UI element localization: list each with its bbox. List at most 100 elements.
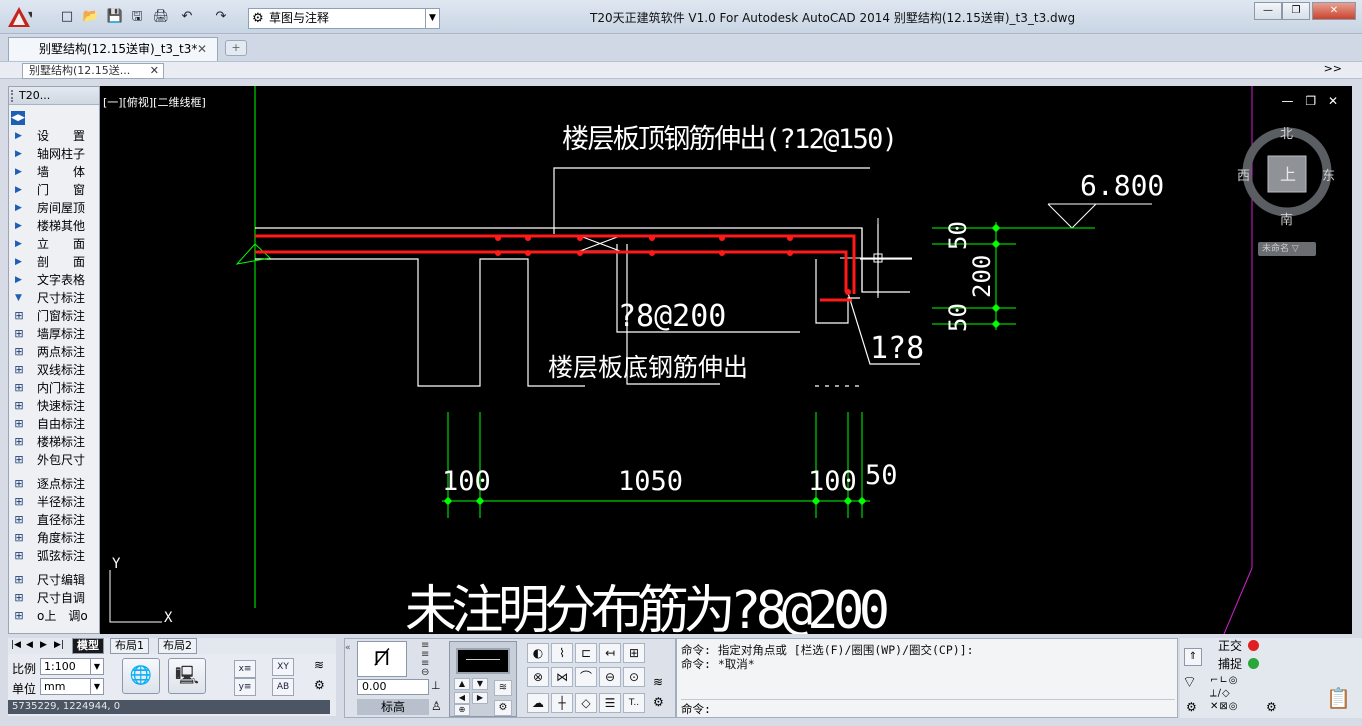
viewcube-top[interactable]: 上 bbox=[1280, 165, 1296, 184]
tool-diamond-icon[interactable]: ◇ bbox=[575, 693, 597, 713]
tool-cut-icon[interactable]: ⊖ bbox=[599, 667, 621, 687]
dim-tool-7[interactable]: ⊞ 楼梯标注 bbox=[9, 433, 99, 451]
elevation-input[interactable]: 0.00 bbox=[357, 679, 429, 695]
close-icon[interactable]: ✕ bbox=[197, 38, 207, 60]
new-tab-button[interactable]: + bbox=[225, 40, 247, 56]
prev-tab-icon[interactable]: ◀ bbox=[26, 638, 33, 652]
nav-up-icon[interactable]: ▲ bbox=[454, 678, 470, 690]
nav-right-icon[interactable]: ▶ bbox=[472, 692, 488, 704]
redo-icon[interactable]: ↷ bbox=[212, 9, 230, 25]
palette-category-9[interactable]: ▼ 尺寸标注 bbox=[9, 289, 99, 307]
palette-title[interactable]: T20... bbox=[9, 87, 99, 105]
first-tab-icon[interactable]: |◀ bbox=[11, 638, 21, 652]
person-icon[interactable]: ♙ bbox=[431, 699, 442, 713]
tab-layout1[interactable]: 布局1 bbox=[110, 638, 149, 654]
restore-button[interactable]: ❐ bbox=[1282, 2, 1310, 20]
dim-tool-6[interactable]: ⊞ 自由标注 bbox=[9, 415, 99, 433]
new-file-icon[interactable]: □ bbox=[58, 9, 76, 25]
monitor-button[interactable]: 🖳 bbox=[168, 658, 206, 694]
palette-category-5[interactable]: ▶ 楼梯其他 bbox=[9, 217, 99, 235]
xy-globe-icon[interactable]: XY bbox=[272, 658, 294, 676]
nav-left-icon[interactable]: ◀ bbox=[454, 692, 470, 704]
clipboard-icon[interactable]: 📋 bbox=[1326, 686, 1351, 710]
palette-category-4[interactable]: ▶ 房间屋顶 bbox=[9, 199, 99, 217]
more-tabs-button[interactable]: >> bbox=[1324, 62, 1342, 75]
tool-arrow-icon[interactable]: ↤ bbox=[599, 643, 621, 663]
dim-tool-b-3[interactable]: ⊞ 角度标注 bbox=[9, 529, 99, 547]
palette-category-6[interactable]: ▶ 立 面 bbox=[9, 235, 99, 253]
dim-tool-c-0[interactable]: ⊞ 尺寸编辑 bbox=[9, 571, 99, 589]
workspace-select[interactable]: ⚙ 草图与注释 ▼ bbox=[248, 8, 440, 29]
tool-text-icon[interactable]: T.. bbox=[623, 693, 645, 713]
dim-tool-5[interactable]: ⊞ 快速标注 bbox=[9, 397, 99, 415]
gear-icon[interactable]: ⚙ bbox=[1186, 700, 1197, 714]
scale-select[interactable]: 1:100 ▼ bbox=[40, 658, 104, 675]
right-scrollbar[interactable] bbox=[1352, 86, 1362, 634]
layer-stack-icon[interactable]: ≋ bbox=[494, 680, 512, 696]
dim-tool-4[interactable]: ⊞ 内门标注 bbox=[9, 379, 99, 397]
dim-tool-b-1[interactable]: ⊞ 半径标注 bbox=[9, 493, 99, 511]
tab-layout2[interactable]: 布局2 bbox=[158, 638, 197, 654]
palette-category-2[interactable]: ▶ 墙 体 bbox=[9, 163, 99, 181]
preview-screen[interactable] bbox=[456, 648, 510, 674]
tool-cloud-icon[interactable]: ☁ bbox=[527, 693, 549, 713]
document-tab[interactable]: 别墅结构(12.15送审)_t3_t3* ✕ bbox=[8, 37, 218, 61]
scroll-up-icon[interactable]: ⇑ bbox=[1184, 648, 1202, 666]
gear-icon[interactable]: ⚙ bbox=[494, 700, 512, 716]
save-as-icon[interactable]: 🖫 bbox=[128, 9, 146, 25]
tool-dim-icon[interactable]: ┼ bbox=[551, 693, 573, 713]
collapse-icon[interactable]: « bbox=[345, 643, 351, 653]
globe-button[interactable]: 🌐 bbox=[122, 658, 160, 694]
undo-icon[interactable]: ↶ bbox=[178, 9, 196, 25]
compass-east[interactable]: 东 bbox=[1322, 169, 1335, 184]
elevation-label[interactable]: 标高 bbox=[357, 699, 429, 715]
elevation-stack-icon[interactable]: ≡ ≡ ≡ ⊖ bbox=[421, 641, 439, 678]
unit-select[interactable]: mm ▼ bbox=[40, 678, 104, 695]
palette-category-7[interactable]: ▶ 剖 面 bbox=[9, 253, 99, 271]
tool-align-icon[interactable]: ⊏ bbox=[575, 643, 597, 663]
elevation-pin-icon[interactable]: ⊥ bbox=[431, 679, 441, 692]
tool-circle-icon[interactable]: ⊙ bbox=[623, 667, 645, 687]
dim-tool-c-2[interactable]: ⊞ o上 调o bbox=[9, 607, 99, 625]
tool-compass-icon[interactable]: ◐ bbox=[527, 643, 549, 663]
last-tab-icon[interactable]: ▶| bbox=[54, 638, 64, 652]
tool-arc-icon[interactable]: ⌒ bbox=[575, 667, 597, 687]
tool-chain-icon[interactable]: ⋈ bbox=[551, 667, 573, 687]
nav-down-icon[interactable]: ▼ bbox=[472, 678, 488, 690]
dim-tool-b-0[interactable]: ⊞ 逐点标注 bbox=[9, 475, 99, 493]
layer-icon[interactable]: ≋ bbox=[314, 658, 324, 672]
gear-icon[interactable]: ⚙ bbox=[653, 695, 664, 709]
autocad-logo-icon[interactable]: ▼ bbox=[6, 5, 32, 29]
palette-category-0[interactable]: ▶ 设 置 bbox=[9, 127, 99, 145]
compass-north[interactable]: 北 bbox=[1280, 127, 1293, 142]
save-icon[interactable]: 💾 bbox=[106, 9, 124, 25]
compass-west[interactable]: 西 bbox=[1237, 169, 1250, 184]
palette-category-3[interactable]: ▶ 门 窗 bbox=[9, 181, 99, 199]
tool-list-icon[interactable]: ☰ bbox=[599, 693, 621, 713]
layer-icon[interactable]: ≋ bbox=[653, 675, 663, 689]
gear-icon[interactable]: ⚙ bbox=[314, 678, 325, 692]
ortho-toggle[interactable]: 正交 bbox=[1218, 638, 1260, 654]
swap-y-icon[interactable]: y≡ bbox=[234, 678, 256, 696]
tool-break-icon[interactable]: ⌇ bbox=[551, 643, 573, 663]
dim-tool-b-4[interactable]: ⊞ 弧弦标注 bbox=[9, 547, 99, 565]
ucs-name-dropdown[interactable]: 未命名 ▽ bbox=[1258, 242, 1316, 256]
tool-grid-icon[interactable]: ⊞ bbox=[623, 643, 645, 663]
minimize-button[interactable]: — bbox=[1254, 2, 1282, 20]
palette-category-1[interactable]: ▶ 轴网柱子 bbox=[9, 145, 99, 163]
command-input[interactable]: 命令: bbox=[681, 699, 1175, 717]
drawing-canvas[interactable]: [一][俯视][二维线框] — ❐ ✕ 楼层板顶钢筋伸出(?12@150) 6.… bbox=[100, 86, 1352, 634]
file-tab[interactable]: 别墅结构(12.15送... ✕ bbox=[22, 63, 164, 79]
open-file-icon[interactable]: 📂 bbox=[82, 9, 100, 25]
nav-zoom-icon[interactable]: ⊕ bbox=[454, 704, 470, 716]
print-icon[interactable]: 🖨 bbox=[152, 9, 170, 25]
dim-tool-0[interactable]: ⊞ 门窗标注 bbox=[9, 307, 99, 325]
palette-category-8[interactable]: ▶ 文字表格 bbox=[9, 271, 99, 289]
expand-collapse-icon[interactable]: ◀▶ bbox=[11, 111, 25, 125]
swap-x-icon[interactable]: x≡ bbox=[234, 660, 256, 678]
osnap-icons[interactable]: ⌐∟◎ ⟂∕◇ ✕⊠◎ bbox=[1210, 674, 1254, 713]
next-tab-icon[interactable]: ▶ bbox=[40, 638, 47, 652]
elevation-symbol-icon[interactable]: ⊓̸ bbox=[357, 641, 407, 677]
close-button[interactable]: ✕ bbox=[1312, 2, 1356, 20]
gear-icon[interactable]: ⚙ bbox=[1266, 700, 1277, 714]
